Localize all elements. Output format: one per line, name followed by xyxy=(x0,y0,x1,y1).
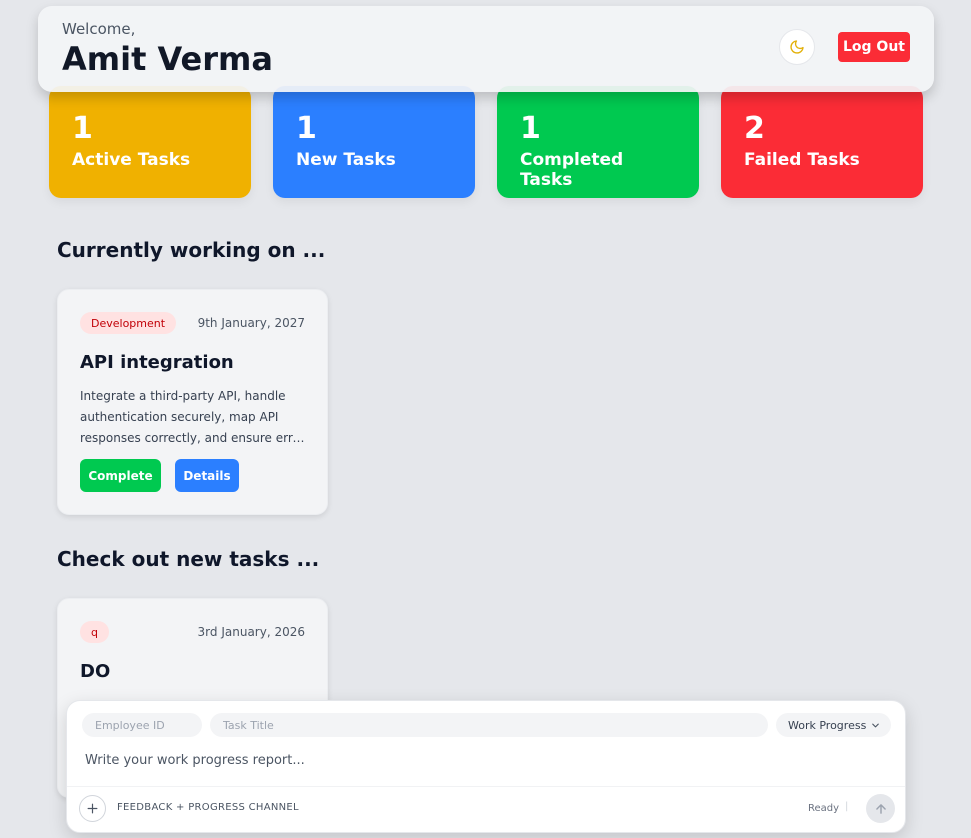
stat-value: 1 xyxy=(72,111,93,146)
stat-value: 1 xyxy=(296,111,317,146)
details-button[interactable]: Details xyxy=(175,459,239,492)
category-badge: Development xyxy=(80,312,177,334)
report-input[interactable] xyxy=(85,749,885,771)
task-title-input[interactable] xyxy=(210,713,768,737)
divider xyxy=(67,786,905,787)
stat-card-new[interactable]: 1 New Tasks xyxy=(273,86,475,198)
plus-icon xyxy=(87,803,98,814)
stats-row: 1 Active Tasks 1 New Tasks 1 Completed T… xyxy=(49,86,923,198)
employee-id-input[interactable] xyxy=(82,713,202,737)
report-type-select[interactable]: Work Progress xyxy=(776,713,891,737)
chevron-down-icon xyxy=(872,723,879,727)
task-card: Development 9th January, 2027 API integr… xyxy=(57,289,328,515)
arrow-up-icon xyxy=(875,803,886,814)
task-title: DO xyxy=(80,661,111,682)
task-description: Integrate a third-party API, handle auth… xyxy=(80,389,305,445)
complete-button[interactable]: Complete xyxy=(80,459,161,492)
theme-toggle-button[interactable] xyxy=(779,29,815,65)
category-badge: q xyxy=(80,621,109,643)
stat-value: 1 xyxy=(520,111,541,146)
section-title-new: Check out new tasks ... xyxy=(57,547,320,571)
feedback-composer: Work Progress FEEDBACK + PROGRESS CHANNE… xyxy=(66,700,906,833)
task-date: 9th January, 2027 xyxy=(197,316,305,330)
stat-label: Completed Tasks xyxy=(520,150,624,190)
section-title-current: Currently working on ... xyxy=(57,238,326,262)
status-separator: | xyxy=(845,801,849,812)
report-type-value: Work Progress xyxy=(788,718,867,732)
stat-card-active[interactable]: 1 Active Tasks xyxy=(49,86,251,198)
stat-card-failed[interactable]: 2 Failed Tasks xyxy=(721,86,923,198)
welcome-text: Welcome, xyxy=(62,20,136,38)
channel-label: FEEDBACK + PROGRESS CHANNEL xyxy=(117,802,299,813)
status-text: Ready xyxy=(808,803,840,814)
stat-card-completed[interactable]: 1 Completed Tasks xyxy=(497,86,699,198)
logout-button[interactable]: Log Out xyxy=(838,32,910,62)
stat-label: Active Tasks xyxy=(72,150,191,170)
header-bar: Welcome, Amit Verma Log Out xyxy=(38,6,934,92)
stat-label: Failed Tasks xyxy=(744,150,860,170)
user-name: Amit Verma xyxy=(62,40,273,78)
send-button[interactable] xyxy=(866,794,895,823)
add-attachment-button[interactable] xyxy=(79,795,106,822)
task-date: 3rd January, 2026 xyxy=(197,625,305,639)
stat-value: 2 xyxy=(744,111,765,146)
stat-label: New Tasks xyxy=(296,150,396,170)
moon-icon xyxy=(790,40,804,54)
task-title: API integration xyxy=(80,352,234,373)
